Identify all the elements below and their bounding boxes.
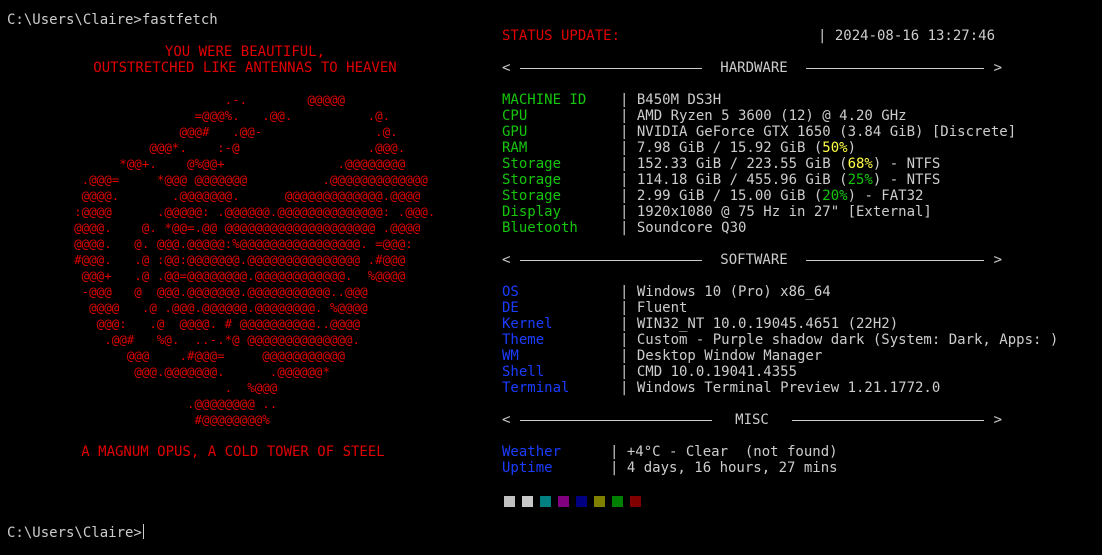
- ascii-art-logo: .-. @@@@@ =@@@%. .@@. .@. @@@# .@@- .@. …: [74, 92, 436, 427]
- chevron-left-icon: <: [502, 412, 511, 428]
- status-timestamp: | 2024-08-16 13:27:46: [818, 28, 996, 44]
- divider: [792, 260, 984, 261]
- usage-percent: 20%: [822, 188, 848, 204]
- info-value: | Soundcore Q30: [620, 220, 747, 236]
- info-value: | Windows Terminal Preview 1.21.1772.0: [620, 380, 941, 396]
- info-key: GPU: [502, 124, 528, 140]
- info-key: Storage: [502, 156, 562, 172]
- info-key: Bluetooth: [502, 220, 578, 236]
- chevron-right-icon: >: [993, 412, 1002, 428]
- logo-quote-top: YOU WERE BEAUTIFUL, OUTSTRETCHED LIKE AN…: [0, 44, 490, 76]
- info-value: | Desktop Window Manager: [620, 348, 823, 364]
- info-key: Theme: [502, 332, 545, 348]
- info-value: | 1920x1080 @ 75 Hz in 27" [External]: [620, 204, 932, 220]
- chevron-left-icon: <: [502, 252, 511, 268]
- chevron-right-icon: >: [993, 60, 1002, 76]
- info-value: | +4°C - Clear (not found): [610, 444, 838, 460]
- info-value-prefix: | 114.18 GiB / 455.96 GiB (: [620, 172, 848, 188]
- info-key: WM: [502, 348, 519, 364]
- command-prompt-idle[interactable]: C:\Users\Claire>: [7, 524, 144, 541]
- info-key: Terminal: [502, 380, 570, 396]
- info-key: Kernel: [502, 316, 553, 332]
- color-swatch: [504, 496, 515, 507]
- info-value-suffix: ) - NTFS: [872, 172, 941, 188]
- info-key: Storage: [502, 172, 562, 188]
- usage-percent: 50%: [822, 140, 848, 156]
- status-update: STATUS UPDATE: | 2024-08-16 13:27:46: [502, 28, 995, 44]
- info-key: Weather: [502, 444, 562, 460]
- info-value: | AMD Ryzen 5 3600 (12) @ 4.20 GHz: [620, 108, 907, 124]
- info-value-suffix: ) - FAT32: [847, 188, 924, 204]
- divider: [792, 68, 984, 69]
- color-swatch: [612, 496, 623, 507]
- command-prompt-line: C:\Users\Claire>fastfetch: [7, 12, 218, 28]
- section-title: SOFTWARE: [702, 252, 806, 268]
- info-value-suffix: ): [847, 140, 857, 156]
- info-value: | 7.98 GiB / 15.92 GiB (50%): [620, 140, 856, 156]
- color-swatch: [576, 496, 587, 507]
- info-value: | Custom - Purple shadow dark (System: D…: [620, 332, 1059, 348]
- color-palette: [504, 496, 648, 512]
- info-value: | 4 days, 16 hours, 27 mins: [610, 460, 838, 476]
- section-header-hardware: < HARDWARE >: [502, 60, 1002, 76]
- color-swatch: [540, 496, 551, 507]
- info-key: OS: [502, 284, 519, 300]
- info-value: | NVIDIA GeForce GTX 1650 (3.84 GiB) [Di…: [620, 124, 1017, 140]
- usage-percent: 25%: [847, 172, 873, 188]
- info-value-prefix: | 152.33 GiB / 223.55 GiB (: [620, 156, 848, 172]
- prompt-text: C:\Users\Claire>: [7, 525, 142, 541]
- color-swatch: [630, 496, 641, 507]
- info-value: | 114.18 GiB / 455.96 GiB (25%) - NTFS: [620, 172, 940, 188]
- section-title: HARDWARE: [702, 60, 806, 76]
- section-header-misc: < MISC >: [502, 412, 1002, 428]
- info-value: | B450M DS3H: [620, 92, 722, 108]
- info-value: | 2.99 GiB / 15.00 GiB (20%) - FAT32: [620, 188, 923, 204]
- color-swatch: [594, 496, 605, 507]
- info-value-prefix: | 2.99 GiB / 15.00 GiB (: [620, 188, 823, 204]
- divider: [520, 420, 722, 421]
- info-value-prefix: | 7.98 GiB / 15.92 GiB (: [620, 140, 823, 156]
- chevron-left-icon: <: [502, 60, 511, 76]
- info-value: | CMD 10.0.19041.4355: [620, 364, 798, 380]
- info-key: DE: [502, 300, 519, 316]
- text-cursor: [142, 524, 144, 539]
- info-value: | Fluent: [620, 300, 688, 316]
- divider: [782, 420, 984, 421]
- info-value: | 152.33 GiB / 223.55 GiB (68%) - NTFS: [620, 156, 940, 172]
- status-label: STATUS UPDATE:: [502, 28, 621, 44]
- chevron-right-icon: >: [993, 252, 1002, 268]
- divider: [520, 260, 712, 261]
- divider: [520, 68, 712, 69]
- info-key: Uptime: [502, 460, 553, 476]
- info-value-suffix: ) - NTFS: [872, 156, 941, 172]
- section-title: MISC: [712, 412, 792, 428]
- usage-percent: 68%: [847, 156, 873, 172]
- info-key: RAM: [502, 140, 528, 156]
- logo-quote-top-line2: OUTSTRETCHED LIKE ANTENNAS TO HEAVEN: [93, 60, 397, 76]
- info-value: | Windows 10 (Pro) x86_64: [620, 284, 831, 300]
- logo-quote-bottom: A MAGNUM OPUS, A COLD TOWER OF STEEL: [81, 444, 385, 460]
- logo-quote-top-line1: YOU WERE BEAUTIFUL,: [164, 44, 326, 60]
- info-key: Storage: [502, 188, 562, 204]
- info-value: | WIN32_NT 10.0.19045.4651 (22H2): [620, 316, 899, 332]
- info-key: MACHINE ID: [502, 92, 587, 108]
- info-key: Display: [502, 204, 562, 220]
- color-swatch: [558, 496, 569, 507]
- color-swatch: [522, 496, 533, 507]
- info-key: Shell: [502, 364, 545, 380]
- info-key: CPU: [502, 108, 528, 124]
- section-header-software: < SOFTWARE >: [502, 252, 1002, 268]
